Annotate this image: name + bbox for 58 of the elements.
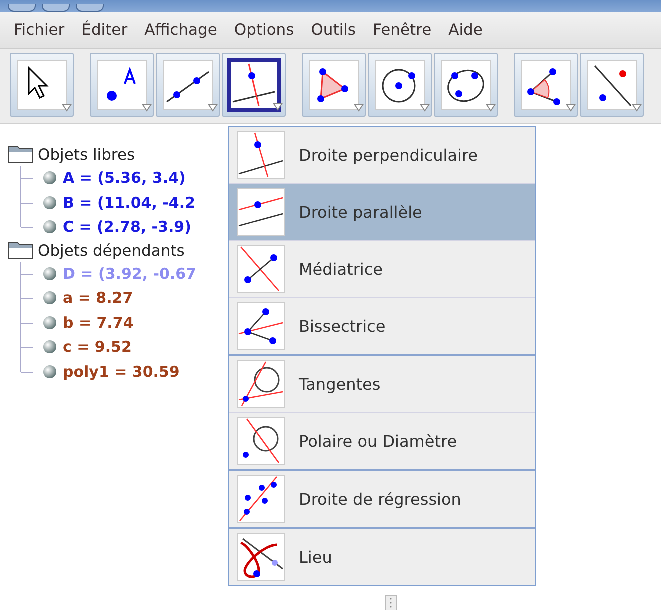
dropdown-triangle-icon — [486, 104, 496, 112]
menu-item[interactable]: Outils — [311, 21, 356, 39]
tool-button[interactable] — [90, 53, 154, 117]
dropdown-triangle-icon — [354, 104, 364, 112]
perpendicular-bisector-icon — [237, 245, 285, 293]
algebra-object[interactable]: C = (2.78, -3.9) — [63, 218, 192, 236]
algebra-object[interactable]: a = 8.27 — [63, 289, 134, 308]
dropdown-triangle-icon — [632, 104, 642, 112]
tool-button[interactable] — [156, 53, 220, 117]
sphere-icon — [43, 291, 57, 306]
algebra-object[interactable]: b = 7.74 — [63, 314, 134, 332]
dropdown-triangle-icon — [420, 104, 430, 112]
menu-item[interactable]: Options — [234, 21, 294, 39]
algebra-object[interactable]: A = (5.36, 3.4) — [63, 169, 186, 188]
menu-item[interactable]: Polaire ou Diamètre — [229, 412, 535, 469]
dropdown-triangle-icon — [566, 104, 576, 112]
folder-icon — [8, 146, 34, 164]
angle-bisector-icon — [237, 302, 285, 350]
sphere-icon — [43, 340, 57, 354]
tool-button[interactable] — [434, 53, 498, 117]
tree-category[interactable]: Objets libres — [38, 146, 136, 164]
dropdown-triangle-icon — [208, 104, 218, 112]
menu-item[interactable]: Éditer — [82, 21, 128, 39]
sphere-icon — [43, 196, 57, 210]
tool-button[interactable] — [10, 53, 74, 117]
menu-item[interactable]: Fichier — [14, 21, 65, 39]
tool-button[interactable] — [368, 53, 432, 117]
menu-item[interactable]: Lieu — [229, 529, 535, 585]
tool-button[interactable] — [514, 53, 578, 117]
dropdown-triangle-icon — [142, 104, 152, 112]
sphere-icon — [43, 266, 57, 281]
sphere-icon — [43, 220, 57, 234]
tool-button[interactable] — [580, 53, 644, 117]
dropdown-triangle-icon — [62, 104, 72, 112]
tool-button[interactable] — [302, 53, 366, 117]
sphere-icon — [43, 171, 57, 186]
menu-item[interactable]: Affichage — [144, 21, 218, 39]
algebra-object[interactable]: B = (11.04, -4.2 — [63, 194, 196, 212]
menu-item[interactable]: Droite parallèle — [229, 183, 535, 240]
folder-icon — [8, 242, 34, 260]
algebra-object[interactable]: poly1 = 30.59 — [63, 362, 180, 381]
menu-item[interactable]: Fenêtre — [373, 21, 432, 39]
tangent-lines-icon — [237, 360, 285, 408]
menu-item[interactable]: Tangentes — [229, 356, 535, 412]
tree-category[interactable]: Objets dépendants — [38, 242, 185, 260]
perpendicular-line-icon — [231, 62, 277, 108]
menu-item[interactable]: Droite perpendiculaire — [229, 127, 535, 183]
sphere-icon — [43, 316, 57, 330]
menu-item[interactable]: Aide — [448, 21, 483, 39]
sphere-icon — [43, 364, 57, 379]
split-pane-handle[interactable] — [385, 595, 397, 610]
menu-item[interactable]: Bissectrice — [229, 297, 535, 354]
tool-button[interactable] — [222, 53, 286, 117]
menu-item[interactable]: Droite de régression — [229, 471, 535, 527]
dropdown-triangle-icon — [273, 103, 283, 111]
algebra-object[interactable]: c = 9.52 — [63, 338, 132, 356]
menu-item[interactable]: Médiatrice — [229, 240, 535, 297]
locus-curve-icon — [237, 533, 285, 581]
